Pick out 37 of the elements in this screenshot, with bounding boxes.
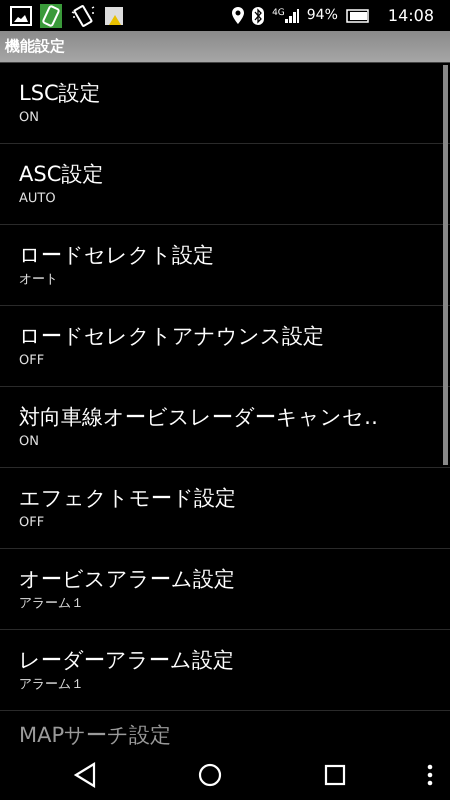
setting-title: LSC設定 xyxy=(19,80,102,107)
setting-value: ON xyxy=(19,109,40,127)
settings-item[interactable]: オービスアラーム設定 アラーム１ xyxy=(0,549,450,630)
setting-value: AUTO xyxy=(19,190,57,208)
settings-item[interactable]: エフェクトモード設定 OFF xyxy=(0,468,450,549)
location-icon xyxy=(232,7,244,24)
more-icon xyxy=(427,764,433,786)
setting-title: エフェクトモード設定 xyxy=(19,485,237,512)
setting-title: オービスアラーム設定 xyxy=(19,566,236,593)
recents-icon xyxy=(324,764,346,786)
warning-book-icon xyxy=(104,4,126,26)
bluetooth-icon xyxy=(252,6,264,24)
signal-icon xyxy=(284,8,299,22)
phone-icon xyxy=(40,4,62,28)
home-icon xyxy=(198,763,222,787)
setting-title: 対向車線オービスレーダーキャンセ‥ xyxy=(19,404,380,431)
back-icon xyxy=(74,762,96,788)
setting-value: アラーム１ xyxy=(19,676,85,694)
screen-title: 機能設定 xyxy=(5,36,65,58)
rotate-icon xyxy=(70,4,96,28)
setting-title: ロードセレクト設定 xyxy=(19,242,215,269)
network-type: 4G xyxy=(272,8,285,18)
setting-title: ASC設定 xyxy=(19,161,104,188)
battery-icon xyxy=(346,8,370,22)
battery-percent: 94% xyxy=(306,6,338,25)
setting-value: OFF xyxy=(19,514,46,532)
setting-title: MAPサーチ設定 xyxy=(19,722,172,749)
setting-value: OFF xyxy=(19,352,46,370)
settings-item[interactable]: MAPサーチ設定 xyxy=(0,711,450,750)
clock-time: 14:08 xyxy=(388,4,434,26)
setting-value: ON xyxy=(19,433,40,451)
picture-icon xyxy=(10,6,32,26)
setting-value: オート xyxy=(19,271,59,289)
settings-item[interactable]: レーダーアラーム設定 アラーム１ xyxy=(0,630,450,711)
setting-title: レーダーアラーム設定 xyxy=(19,647,235,674)
setting-value: アラーム１ xyxy=(19,595,85,613)
setting-title: ロードセレクトアナウンス設定 xyxy=(19,323,325,350)
